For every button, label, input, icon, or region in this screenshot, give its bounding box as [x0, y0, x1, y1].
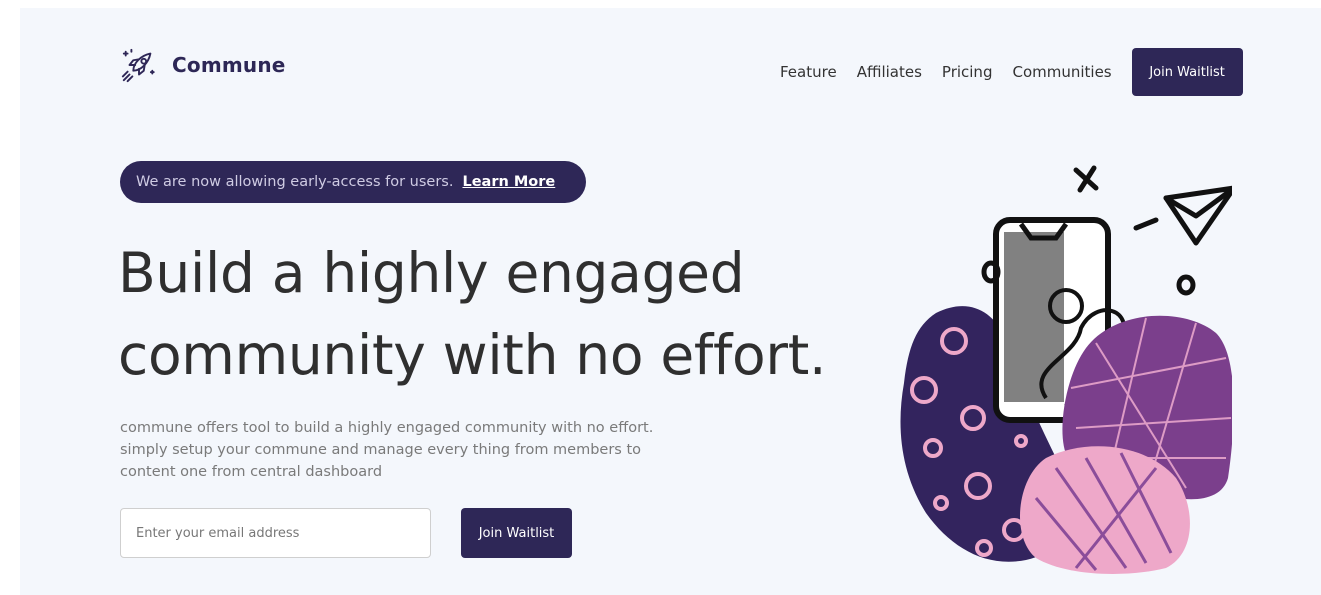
- nav-pricing[interactable]: Pricing: [942, 48, 993, 96]
- banner-text: We are now allowing early-access for use…: [136, 174, 454, 190]
- rocket-icon: [121, 48, 155, 83]
- page: Commune Feature Affiliates Pricing Commu…: [20, 8, 1321, 595]
- headline-line-1: Build a highly engaged: [118, 241, 745, 305]
- nav-feature[interactable]: Feature: [780, 48, 837, 96]
- nav-affiliates[interactable]: Affiliates: [857, 48, 922, 96]
- hero-headline: Build a highly engaged community with no…: [118, 232, 838, 396]
- email-input[interactable]: [120, 508, 431, 558]
- hero-illustration: [900, 165, 1232, 574]
- learn-more-link[interactable]: Learn More: [462, 174, 555, 190]
- main-nav: Feature Affiliates Pricing Communities J…: [780, 48, 1243, 96]
- logo[interactable]: Commune: [120, 46, 286, 84]
- logo-text: Commune: [172, 53, 286, 77]
- join-waitlist-button[interactable]: Join Waitlist: [461, 508, 572, 558]
- paper-plane-drawing: [1133, 185, 1232, 246]
- hero-description: commune offers tool to build a highly en…: [120, 420, 654, 480]
- nav-communities[interactable]: Communities: [1012, 48, 1111, 96]
- early-access-banner: We are now allowing early-access for use…: [120, 161, 586, 203]
- header-join-waitlist-button[interactable]: Join Waitlist: [1131, 48, 1243, 96]
- headline-line-2: community with no effort.: [118, 323, 827, 387]
